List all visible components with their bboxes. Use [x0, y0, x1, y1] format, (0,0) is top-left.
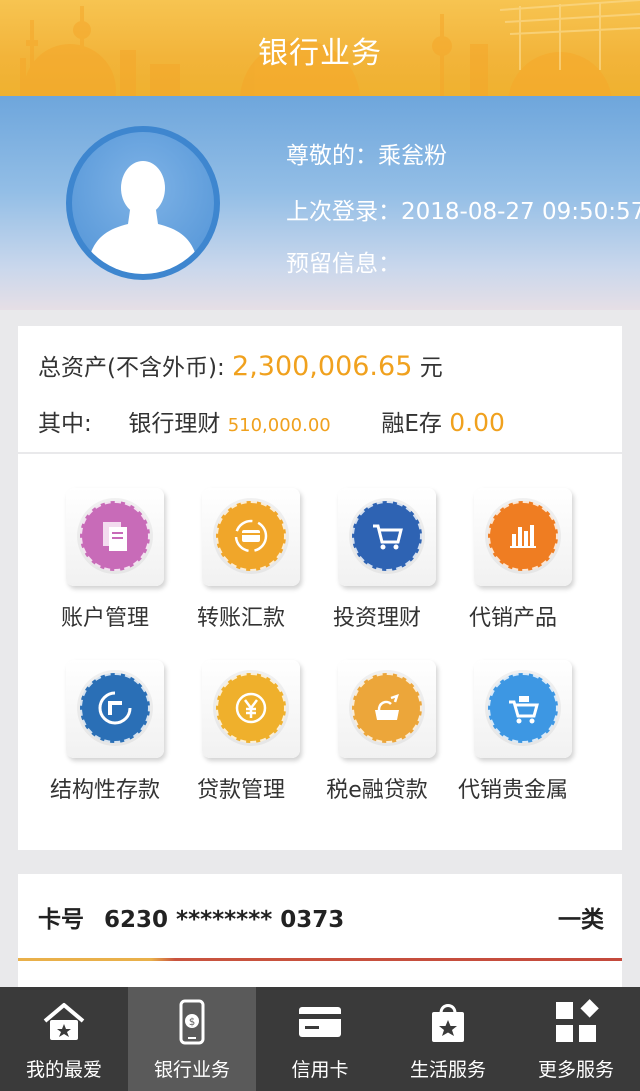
- service-loan-management[interactable]: 贷款管理: [172, 660, 309, 830]
- service-icon-circle: [80, 501, 150, 571]
- total-assets-unit: 元: [419, 355, 443, 381]
- grid-more-icon: [556, 999, 599, 1042]
- avatar[interactable]: [66, 126, 220, 280]
- profile-panel: 尊敬的：乘瓮粉 上次登录：2018-08-27 09:50:57 预留信息：: [0, 96, 640, 310]
- nav-favorites[interactable]: 我的最爱: [0, 987, 128, 1091]
- service-icon-circle: [216, 673, 286, 743]
- svg-text:$: $: [189, 1017, 195, 1028]
- precious-metal-cart-icon: [509, 696, 539, 724]
- of-which-label: 其中:: [38, 411, 92, 437]
- asset-breakdown-row: 其中: 银行理财 510,000.00 融E存 0.00: [38, 404, 505, 438]
- card-number-row: 卡号 6230 ******** 0373: [38, 900, 344, 934]
- service-agency-products[interactable]: 代销产品: [444, 488, 581, 658]
- top-bar: 银行业务: [0, 0, 640, 96]
- asset-summary-card: 总资产(不含外币): 2,300,006.65 元 其中: 银行理财 510,0…: [18, 326, 622, 452]
- greeting-text: 尊敬的：乘瓮粉: [286, 143, 447, 169]
- tax-loan-icon: [375, 694, 399, 720]
- service-icon-circle: [352, 673, 422, 743]
- service-icon-circle: [216, 501, 286, 571]
- nav-more-services[interactable]: 更多服务: [512, 987, 640, 1091]
- service-icon-circle: [488, 673, 558, 743]
- bottom-navigation: 我的最爱 $ 银行业务 信用卡 生活服务 更多服务: [0, 987, 640, 1091]
- service-label: 代销贵金属: [457, 778, 568, 803]
- reserved-info-text: 预留信息：: [286, 251, 401, 277]
- total-assets-label: 总资产(不含外币):: [38, 355, 225, 381]
- bank-card-panel[interactable]: 卡号 6230 ******** 0373 一类: [18, 874, 622, 990]
- service-grid: 账户管理 转账汇款 投资理财 代销产品 结构性存款 贷款管理 税e融贷款 代销贵…: [18, 454, 622, 850]
- total-assets-value: 2,300,006.65: [232, 351, 413, 382]
- service-icon-circle: [352, 501, 422, 571]
- card-type-badge: 一类: [558, 907, 604, 933]
- page-title: 银行业务: [258, 36, 382, 71]
- shopping-bag-star-icon: [432, 1004, 464, 1042]
- service-account-management[interactable]: 账户管理: [36, 488, 173, 658]
- nav-label: 生活服务: [409, 1059, 486, 1081]
- shopping-cart-icon: [373, 524, 403, 550]
- credit-card-icon: [299, 1007, 341, 1037]
- favorite-home-icon: [43, 1003, 85, 1040]
- last-login-text: 上次登录：2018-08-27 09:50:57: [286, 199, 640, 225]
- nav-label: 我的最爱: [25, 1059, 102, 1081]
- nav-credit-card[interactable]: 信用卡: [256, 987, 384, 1091]
- card-divider: [18, 958, 622, 961]
- nav-banking[interactable]: $ 银行业务: [128, 987, 256, 1091]
- wealth-value: 510,000.00: [227, 415, 331, 436]
- structured-deposit-icon: [98, 691, 132, 725]
- nav-life-services[interactable]: 生活服务: [384, 987, 512, 1091]
- nav-label: 银行业务: [153, 1059, 230, 1081]
- service-icon-circle: [488, 501, 558, 571]
- service-structured-deposit[interactable]: 结构性存款: [36, 660, 173, 830]
- rongE-value: 0.00: [449, 408, 505, 437]
- bar-chart-icon: [510, 525, 536, 548]
- card-number-value: 6230 ******** 0373: [104, 907, 345, 933]
- service-label: 代销产品: [468, 606, 557, 631]
- user-silhouette-icon: [86, 161, 200, 274]
- account-document-icon: [103, 522, 127, 551]
- rongE-label: 融E存: [381, 411, 442, 437]
- nav-label: 信用卡: [291, 1059, 349, 1081]
- phone-banking-icon: $: [179, 999, 205, 1045]
- transfer-card-icon: [234, 519, 268, 553]
- service-transfer[interactable]: 转账汇款: [172, 488, 309, 658]
- nav-label: 更多服务: [537, 1059, 614, 1081]
- wealth-label: 银行理财: [128, 411, 221, 437]
- yuan-coin-icon: [235, 692, 267, 724]
- service-tax-loan[interactable]: 税e融贷款: [308, 660, 445, 830]
- total-assets-row: 总资产(不含外币): 2,300,006.65 元: [38, 348, 443, 382]
- service-investment[interactable]: 投资理财: [308, 488, 445, 658]
- service-icon-circle: [80, 673, 150, 743]
- service-precious-metals[interactable]: 代销贵金属: [444, 660, 581, 830]
- card-number-label: 卡号: [38, 907, 84, 933]
